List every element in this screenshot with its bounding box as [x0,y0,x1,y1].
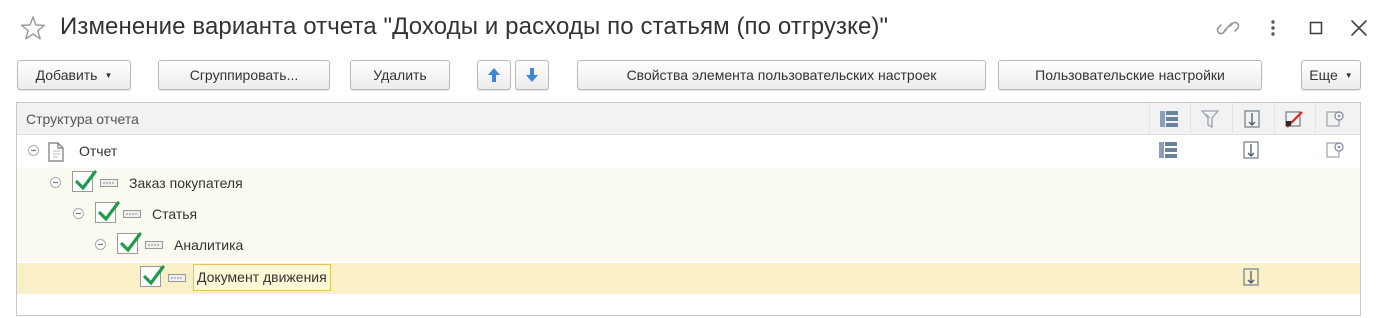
delete-button-label: Удалить [373,67,427,83]
more-button-label: Еще [1309,67,1338,83]
maximize-icon[interactable] [1303,16,1329,40]
table-row[interactable]: Заказ покупателя [17,168,1360,199]
row-label: Отчет [79,143,118,159]
column-header-appearance[interactable] [1274,103,1315,135]
column-header-fields[interactable] [1232,103,1274,135]
column-header-grouping[interactable] [1149,103,1190,135]
move-up-button[interactable] [477,60,511,90]
move-down-button[interactable] [515,60,549,90]
dropdown-arrow-icon: ▼ [1344,71,1353,80]
delete-button[interactable]: Удалить [350,60,450,90]
table-row[interactable]: Аналитика [17,230,1360,261]
row-label: Статья [152,206,198,222]
arrow-down-icon [526,68,538,82]
user-settings-button[interactable]: Пользовательские настройки [998,60,1262,90]
row-checkbox[interactable] [140,265,165,287]
row-label: Заказ покупателя [129,175,243,191]
field-icon [168,274,186,282]
close-icon[interactable] [1346,16,1372,40]
filter-icon [1200,110,1220,128]
report-structure-table[interactable]: Структура отчета Отчет Заказ покупателя … [16,102,1361,316]
checkmark-icon [75,170,97,191]
checkmark-icon [120,232,142,253]
group-button-label: Сгруппировать... [189,67,299,83]
favorite-star-icon[interactable] [20,15,46,41]
toolbar: Добавить ▼ Сгруппировать... Удалить Свойс… [0,58,1382,94]
collapse-icon[interactable] [27,144,40,157]
row-checkbox[interactable] [117,232,142,254]
field-icon [123,210,141,218]
collapse-icon[interactable] [72,207,85,220]
report-document-icon [48,142,64,162]
table-row-selected[interactable]: Документ движения [17,263,1360,294]
checkmark-icon [98,201,120,222]
group-button[interactable]: Сгруппировать... [158,60,330,90]
link-icon[interactable] [1215,16,1241,40]
fields-order-icon[interactable] [1241,141,1261,159]
add-button[interactable]: Добавить ▼ [17,60,131,90]
other-settings-icon [1326,111,1344,127]
column-header-filter[interactable] [1190,103,1232,135]
element-properties-button[interactable]: Свойства элемента пользовательских настр… [577,60,986,90]
field-icon [100,179,118,187]
checkmark-icon [143,265,165,286]
user-settings-button-label: Пользовательские настройки [1035,67,1225,83]
row-checkbox[interactable] [95,201,120,223]
grouping-fields-icon[interactable] [1158,141,1178,159]
table-header: Структура отчета [17,103,1360,135]
more-actions-icon[interactable] [1260,16,1286,40]
window-title: Изменение варианта отчета "Доходы и расх… [60,13,889,40]
field-icon [145,241,163,249]
add-button-label: Добавить [35,67,98,83]
dropdown-arrow-icon: ▼ [104,71,113,80]
row-checkbox[interactable] [72,170,97,192]
title-bar: Изменение варианта отчета "Доходы и расх… [0,0,1382,58]
conditional-appearance-icon [1285,111,1303,128]
more-button[interactable]: Еще ▼ [1301,60,1361,90]
collapse-icon[interactable] [94,238,107,251]
column-header-other[interactable] [1315,103,1360,135]
arrow-up-icon [488,68,500,82]
table-row[interactable]: Статья [17,199,1360,230]
fields-order-icon[interactable] [1241,268,1261,286]
row-label-editing[interactable]: Документ движения [193,264,331,291]
collapse-icon[interactable] [49,176,62,189]
table-row[interactable]: Отчет [17,136,1360,167]
row-label: Аналитика [174,237,244,253]
other-settings-icon[interactable] [1325,141,1345,159]
fields-order-icon [1244,110,1260,128]
element-properties-button-label: Свойства элемента пользовательских настр… [626,67,937,83]
grouping-fields-icon [1160,111,1178,127]
column-header-structure: Структура отчета [26,111,139,127]
